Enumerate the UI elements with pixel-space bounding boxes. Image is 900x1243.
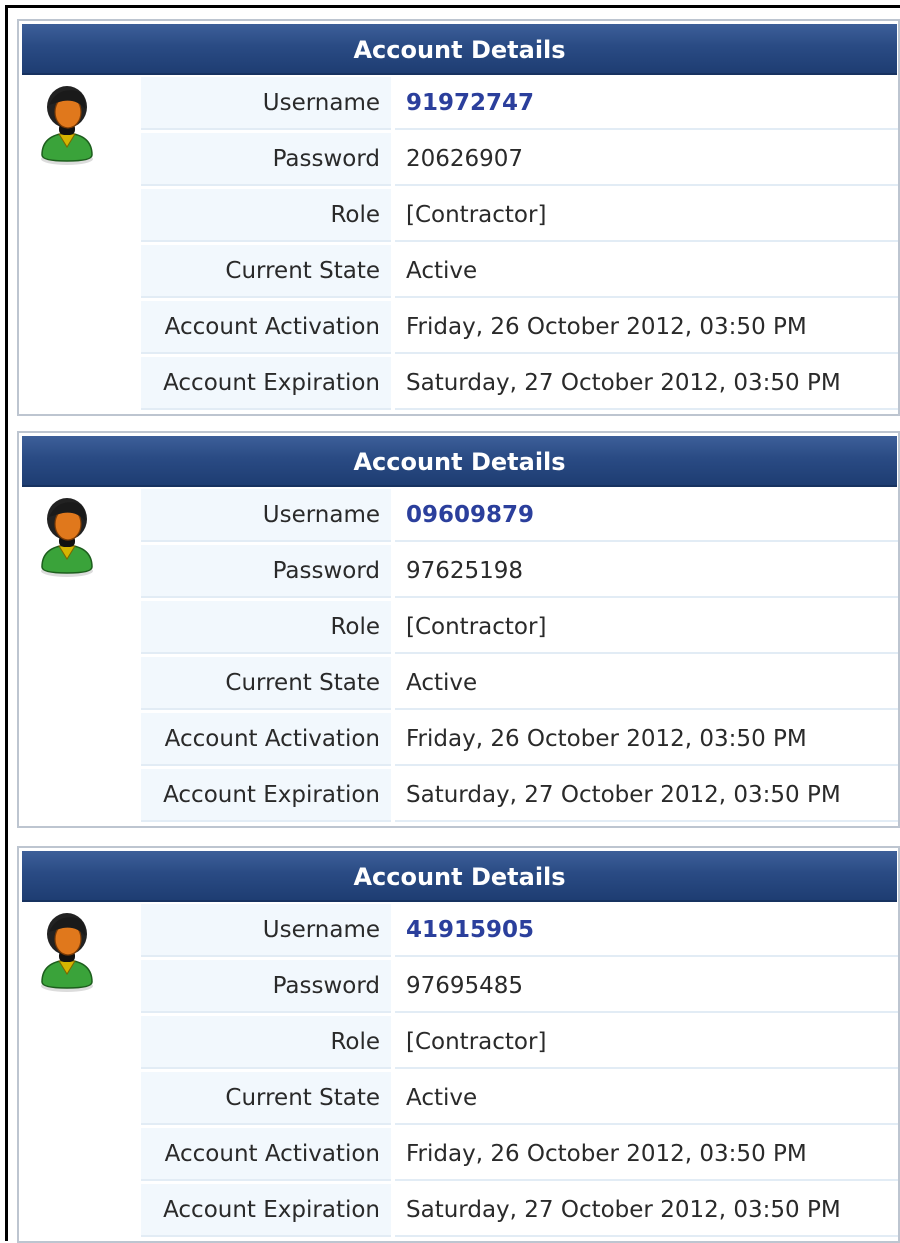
detail-row-account-activation: Account Activation Friday, 26 October 20… bbox=[141, 1128, 898, 1181]
username-value: 09609879 bbox=[395, 489, 898, 542]
card-header-title: Account Details bbox=[22, 24, 897, 75]
field-label: Account Expiration bbox=[141, 357, 391, 410]
field-label: Account Activation bbox=[141, 301, 391, 354]
account-activation-value: Friday, 26 October 2012, 03:50 PM bbox=[395, 1128, 898, 1181]
field-label: Role bbox=[141, 189, 391, 242]
card-header-title: Account Details bbox=[22, 436, 897, 487]
field-label: Username bbox=[141, 489, 391, 542]
username-value: 41915905 bbox=[395, 904, 898, 957]
field-label: Current State bbox=[141, 245, 391, 298]
account-expiration-value: Saturday, 27 October 2012, 03:50 PM bbox=[395, 1184, 898, 1237]
detail-row-current-state: Current State Active bbox=[141, 245, 898, 298]
card-header-title: Account Details bbox=[22, 851, 897, 902]
details-table: Username 91972747 Password 20626907 Role… bbox=[141, 77, 898, 413]
contractor-user-icon bbox=[41, 913, 93, 992]
account-details-card: Account Details Username 09609879 Passwo… bbox=[17, 431, 900, 828]
role-value: [Contractor] bbox=[395, 1016, 898, 1069]
current-state-value: Active bbox=[395, 1072, 898, 1125]
detail-row-account-activation: Account Activation Friday, 26 October 20… bbox=[141, 301, 898, 354]
username-value: 91972747 bbox=[395, 77, 898, 130]
contractor-user-icon bbox=[41, 86, 93, 165]
current-state-value: Active bbox=[395, 657, 898, 710]
detail-row-username: Username 41915905 bbox=[141, 904, 898, 957]
detail-row-password: Password 97625198 bbox=[141, 545, 898, 598]
field-label: Current State bbox=[141, 1072, 391, 1125]
details-table: Username 41915905 Password 97695485 Role… bbox=[141, 904, 898, 1240]
field-label: Password bbox=[141, 545, 391, 598]
detail-row-username: Username 91972747 bbox=[141, 77, 898, 130]
field-label: Password bbox=[141, 960, 391, 1013]
field-label: Password bbox=[141, 133, 391, 186]
field-label: Current State bbox=[141, 657, 391, 710]
account-details-card: Account Details Username 91972747 Passwo… bbox=[17, 19, 900, 416]
detail-row-username: Username 09609879 bbox=[141, 489, 898, 542]
field-label: Username bbox=[141, 904, 391, 957]
detail-row-role: Role [Contractor] bbox=[141, 1016, 898, 1069]
detail-row-account-expiration: Account Expiration Saturday, 27 October … bbox=[141, 357, 898, 410]
field-label: Account Activation bbox=[141, 713, 391, 766]
account-activation-value: Friday, 26 October 2012, 03:50 PM bbox=[395, 301, 898, 354]
field-label: Username bbox=[141, 77, 391, 130]
field-label: Account Expiration bbox=[141, 1184, 391, 1237]
detail-row-current-state: Current State Active bbox=[141, 657, 898, 710]
account-details-card: Account Details Username 41915905 Passwo… bbox=[17, 846, 900, 1243]
contractor-user-icon bbox=[41, 498, 93, 577]
detail-row-role: Role [Contractor] bbox=[141, 601, 898, 654]
account-expiration-value: Saturday, 27 October 2012, 03:50 PM bbox=[395, 357, 898, 410]
account-expiration-value: Saturday, 27 October 2012, 03:50 PM bbox=[395, 769, 898, 822]
account-activation-value: Friday, 26 October 2012, 03:50 PM bbox=[395, 713, 898, 766]
role-value: [Contractor] bbox=[395, 601, 898, 654]
detail-row-account-expiration: Account Expiration Saturday, 27 October … bbox=[141, 769, 898, 822]
detail-row-account-activation: Account Activation Friday, 26 October 20… bbox=[141, 713, 898, 766]
field-label: Role bbox=[141, 1016, 391, 1069]
role-value: [Contractor] bbox=[395, 189, 898, 242]
details-table: Username 09609879 Password 97625198 Role… bbox=[141, 489, 898, 825]
detail-row-account-expiration: Account Expiration Saturday, 27 October … bbox=[141, 1184, 898, 1237]
detail-row-role: Role [Contractor] bbox=[141, 189, 898, 242]
detail-row-current-state: Current State Active bbox=[141, 1072, 898, 1125]
password-value: 97695485 bbox=[395, 960, 898, 1013]
detail-row-password: Password 97695485 bbox=[141, 960, 898, 1013]
current-state-value: Active bbox=[395, 245, 898, 298]
password-value: 97625198 bbox=[395, 545, 898, 598]
field-label: Role bbox=[141, 601, 391, 654]
detail-row-password: Password 20626907 bbox=[141, 133, 898, 186]
field-label: Account Expiration bbox=[141, 769, 391, 822]
password-value: 20626907 bbox=[395, 133, 898, 186]
field-label: Account Activation bbox=[141, 1128, 391, 1181]
